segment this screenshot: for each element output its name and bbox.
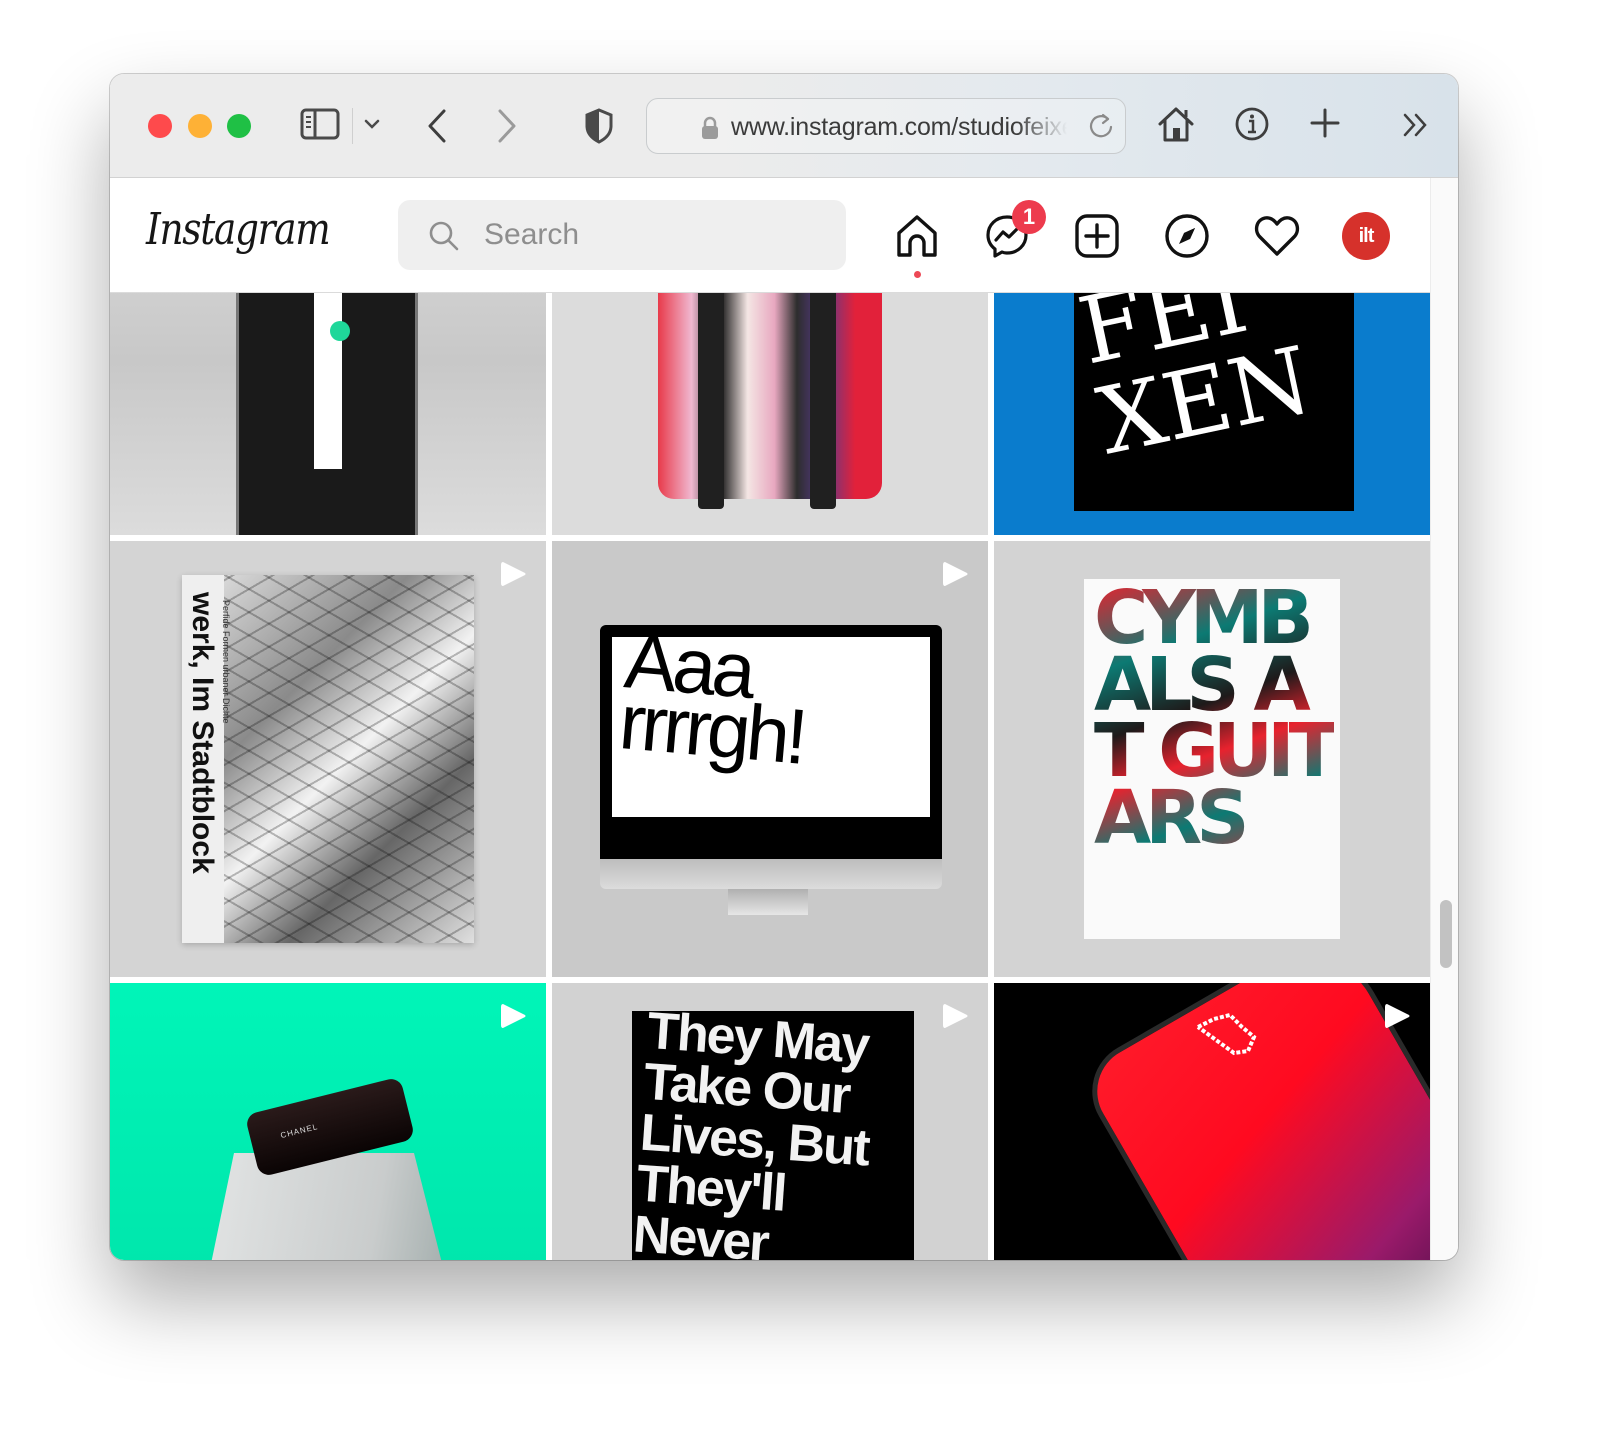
imac-chin: [600, 859, 942, 889]
lipstick-brand: CHANEL: [279, 1122, 320, 1141]
search-input[interactable]: Search: [398, 200, 846, 270]
post-tile[interactable]: They May Take Our Lives, But They'll Nev…: [552, 983, 988, 1260]
chevron-down-icon[interactable]: [364, 118, 380, 130]
heart-icon[interactable]: [1253, 212, 1301, 260]
pixel-cursor-icon: [1196, 1013, 1257, 1056]
double-chevron-icon[interactable]: [1402, 112, 1430, 138]
imac-screen: Aaa rrrrgh!: [600, 625, 942, 859]
plus-square-icon[interactable]: [1073, 212, 1121, 260]
magazine-subtitle: Perfide Formen urbaner Dichte: [221, 600, 231, 724]
info-icon[interactable]: [1234, 106, 1270, 142]
post-tile[interactable]: CYMBALS AT GUITARS: [994, 541, 1430, 977]
lock-icon: [701, 116, 719, 145]
marble-plinth: [180, 1153, 480, 1260]
home-icon[interactable]: [893, 212, 941, 260]
close-window-button[interactable]: [148, 114, 172, 138]
messenger-badge: 1: [1012, 200, 1046, 234]
video-icon: [943, 562, 968, 586]
url-text: www.instagram.com/studiofeixen: [731, 113, 1067, 141]
post-tile[interactable]: werk, Im Stadtblock Perfide Formen urban…: [110, 541, 546, 977]
video-icon: [501, 562, 526, 586]
video-icon: [943, 1004, 968, 1028]
browser-toolbar: www.instagram.com/studiofeixen: [110, 74, 1458, 178]
zoom-window-button[interactable]: [227, 114, 251, 138]
post-tile[interactable]: CHANEL: [110, 983, 546, 1260]
instagram-header: Instagram Search 1 ilt: [110, 178, 1430, 293]
address-bar[interactable]: www.instagram.com/studiofeixen: [646, 98, 1126, 154]
video-icon: [1385, 1004, 1410, 1028]
video-icon: [501, 1004, 526, 1028]
search-icon: [428, 220, 460, 257]
compass-icon[interactable]: [1163, 212, 1211, 260]
page-scrollbar[interactable]: [1430, 178, 1458, 1260]
post-tile[interactable]: Aaa rrrrgh!: [552, 541, 988, 977]
magazine-cover: werk, Im Stadtblock Perfide Formen urban…: [182, 575, 474, 943]
instagram-page: Instagram Search 1 ilt FEI XEN werk, Im …: [110, 178, 1430, 1260]
post-tile[interactable]: [994, 983, 1430, 1260]
imac-display: Aaa rrrrgh!: [612, 637, 930, 817]
home-icon[interactable]: [1156, 104, 1196, 144]
back-button[interactable]: [426, 108, 448, 144]
search-placeholder: Search: [484, 218, 580, 251]
green-dot: [330, 321, 350, 341]
forward-button[interactable]: [496, 108, 518, 144]
reload-icon[interactable]: [1089, 113, 1115, 146]
minimize-window-button[interactable]: [188, 114, 212, 138]
isometric-blocks: [224, 575, 474, 943]
browser-window: www.instagram.com/studiofeixen Instagram: [110, 74, 1458, 1260]
plus-icon[interactable]: [1310, 108, 1340, 138]
profile-avatar[interactable]: ilt: [1342, 212, 1390, 260]
cymbals-poster: CYMBALS AT GUITARS: [1084, 579, 1340, 939]
display-text: Aaa rrrrgh!: [616, 637, 808, 781]
shield-icon[interactable]: [584, 108, 614, 144]
imac-stand: [728, 889, 808, 915]
toolbar-divider: [352, 108, 353, 144]
poster-text: They May Take Our Lives, But They'll Nev…: [632, 1011, 871, 1260]
sidebar-icon[interactable]: [300, 108, 340, 140]
active-tab-indicator: [914, 271, 921, 278]
scrollbar-thumb[interactable]: [1440, 900, 1452, 968]
magazine-title: werk, Im Stadtblock: [186, 592, 219, 874]
hanging-poster: They May Take Our Lives, But They'll Nev…: [632, 1011, 914, 1260]
instagram-logo[interactable]: Instagram: [146, 204, 331, 255]
poster-text: CYMBALS AT GUITARS: [1094, 579, 1339, 861]
